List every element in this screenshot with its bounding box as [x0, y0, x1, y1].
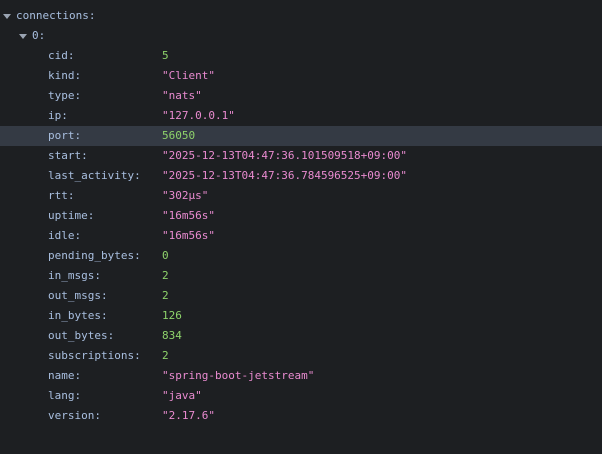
tree-row-lang[interactable]: lang: "java": [0, 386, 602, 406]
field-key: port:: [48, 129, 82, 142]
field-key: out_msgs:: [48, 289, 108, 302]
field-value: 5: [162, 49, 169, 62]
field-key: start:: [48, 149, 88, 162]
field-value: "16m56s": [162, 229, 215, 242]
tree-row-in-msgs[interactable]: in_msgs: 2: [0, 266, 602, 286]
field-key: last_activity:: [48, 169, 141, 182]
field-value: 2: [162, 349, 169, 362]
tree-row-version[interactable]: version: "2.17.6": [0, 406, 602, 426]
tree-row-ip[interactable]: ip: "127.0.0.1": [0, 106, 602, 126]
field-key: type:: [48, 89, 82, 102]
tree-row-subscriptions[interactable]: subscriptions: 2: [0, 346, 602, 366]
field-value: "302µs": [162, 189, 209, 202]
field-value: "Client": [162, 69, 215, 82]
tree-row-type[interactable]: type: "nats": [0, 86, 602, 106]
field-value: 0: [162, 249, 169, 262]
field-value: "16m56s": [162, 209, 215, 222]
triangle-down-icon[interactable]: [2, 6, 12, 26]
field-key: version:: [48, 409, 101, 422]
tree-row-name[interactable]: name: "spring-boot-jetstream": [0, 366, 602, 386]
json-viewer: connections: 0: cid: 5 kind: "Client" type: "…: [0, 0, 602, 454]
field-key: idle:: [48, 229, 82, 242]
tree-key-connections: connections:: [16, 9, 96, 22]
tree-row-pending-bytes[interactable]: pending_bytes: 0: [0, 246, 602, 266]
field-value: "spring-boot-jetstream": [162, 369, 315, 382]
field-key: name:: [48, 369, 82, 382]
field-key: rtt:: [48, 189, 75, 202]
field-value: "java": [162, 389, 202, 402]
tree-row-uptime[interactable]: uptime: "16m56s": [0, 206, 602, 226]
connection-fields: cid: 5 kind: "Client" type: "nats" ip: "127.0.0…: [0, 46, 602, 426]
field-key: pending_bytes:: [48, 249, 141, 262]
field-value: 56050: [162, 129, 196, 142]
field-key: kind:: [48, 69, 82, 82]
tree-row-out-bytes[interactable]: out_bytes: 834: [0, 326, 602, 346]
field-key: in_bytes:: [48, 309, 108, 322]
tree-row-connections[interactable]: connections:: [0, 6, 602, 26]
triangle-down-icon[interactable]: [18, 26, 28, 46]
tree-row-rtt[interactable]: rtt: "302µs": [0, 186, 602, 206]
field-value: "127.0.0.1": [162, 109, 235, 122]
tree-row-start[interactable]: start: "2025-12-13T04:47:36.101509518+09:…: [0, 146, 602, 166]
field-value: "2.17.6": [162, 409, 215, 422]
field-value: "2025-12-13T04:47:36.101509518+09:00": [162, 149, 408, 162]
field-value: "nats": [162, 89, 202, 102]
tree-row-out-msgs[interactable]: out_msgs: 2: [0, 286, 602, 306]
tree-row-port[interactable]: port: 56050: [0, 126, 602, 146]
tree-row-kind[interactable]: kind: "Client": [0, 66, 602, 86]
tree-row-in-bytes[interactable]: in_bytes: 126: [0, 306, 602, 326]
tree-row-last-activity[interactable]: last_activity: "2025-12-13T04:47:36.78459…: [0, 166, 602, 186]
tree-key-index: 0:: [32, 29, 46, 42]
tree-row-cid[interactable]: cid: 5: [0, 46, 602, 66]
field-value: 2: [162, 269, 169, 282]
field-key: out_bytes:: [48, 329, 115, 342]
field-value: 126: [162, 309, 182, 322]
field-key: lang:: [48, 389, 82, 402]
tree-row-idle[interactable]: idle: "16m56s": [0, 226, 602, 246]
field-key: in_msgs:: [48, 269, 101, 282]
field-key: uptime:: [48, 209, 95, 222]
field-value: "2025-12-13T04:47:36.784596525+09:00": [162, 169, 408, 182]
tree-row-index-0[interactable]: 0:: [0, 26, 602, 46]
field-value: 834: [162, 329, 182, 342]
field-key: ip:: [48, 109, 68, 122]
field-key: cid:: [48, 49, 75, 62]
field-value: 2: [162, 289, 169, 302]
field-key: subscriptions:: [48, 349, 141, 362]
